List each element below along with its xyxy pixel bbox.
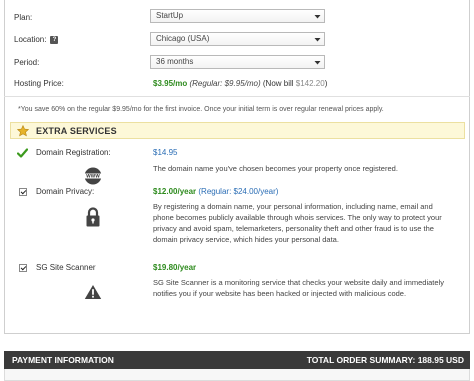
warning-icon [84,284,102,302]
extra-services-title: EXTRA SERVICES [36,126,117,136]
plan-label: Plan: [14,13,33,22]
service-desc-site-scanner: SG Site Scanner is a monitoring service … [153,278,444,298]
hosting-price-regular: (Regular: $9.95/mo) [189,79,261,88]
lock-icon [85,207,101,229]
chevron-down-icon [314,61,321,65]
plan-select[interactable]: StartUp [150,9,325,23]
payment-summary-bar: PAYMENT INFORMATION TOTAL ORDER SUMMARY:… [4,351,470,369]
domain-privacy-checkbox[interactable] [19,188,27,196]
chevron-down-icon [314,15,321,19]
service-label-domain-registration: Domain Registration: [36,148,111,157]
service-price-domain-registration: $14.95 [153,148,178,157]
location-select-value: Chicago (USA) [156,34,210,43]
service-label-domain-privacy: Domain Privacy: [36,187,95,196]
divider [4,96,470,97]
now-bill-prefix: (Now bill [262,79,294,88]
site-scanner-checkbox[interactable] [19,264,27,272]
service-desc-domain-registration: The domain name you've chosen becomes yo… [153,164,398,173]
service-price-site-scanner: $19.80/year [153,263,197,272]
service-label-site-scanner: SG Site Scanner [36,263,96,272]
chevron-down-icon [314,38,321,42]
period-select[interactable]: 36 months [150,55,325,69]
total-order-summary: TOTAL ORDER SUMMARY: 188.95 USD [306,355,464,365]
now-bill-suffix: ) [324,79,328,88]
service-price-domain-privacy: $12.00/year (Regular: $24.00/year) [153,187,278,196]
payment-panel-edge [4,369,470,381]
now-bill-amount: $142.20 [295,79,325,88]
location-select[interactable]: Chicago (USA) [150,32,325,46]
svg-text:WWW: WWW [86,174,100,179]
hosting-price-value: $3.95/mo (Regular: $9.95/mo) (Now bill $… [153,79,327,88]
hosting-price-amount: $3.95/mo [153,79,188,88]
hosting-price-label: Hosting Price: [14,79,64,88]
savings-note: *You save 60% on the regular $9.95/mo fo… [18,106,384,113]
service-desc-domain-privacy: By registering a domain name, your perso… [153,202,442,244]
extra-services-header: EXTRA SERVICES [10,122,465,139]
location-label-wrap: Location:? [14,35,59,44]
domain-privacy-price: $12.00/year [153,187,197,196]
period-label: Period: [14,58,40,67]
star-icon [17,125,29,137]
domain-privacy-regular: (Regular: $24.00/year) [198,187,279,196]
help-icon[interactable]: ? [50,35,59,44]
location-label: Location: [14,35,47,44]
payment-information-heading[interactable]: PAYMENT INFORMATION [12,355,114,365]
checkmark-icon[interactable] [17,148,28,158]
period-select-value: 36 months [156,57,194,66]
plan-select-value: StartUp [156,11,184,20]
www-globe-icon: WWW [84,167,102,187]
